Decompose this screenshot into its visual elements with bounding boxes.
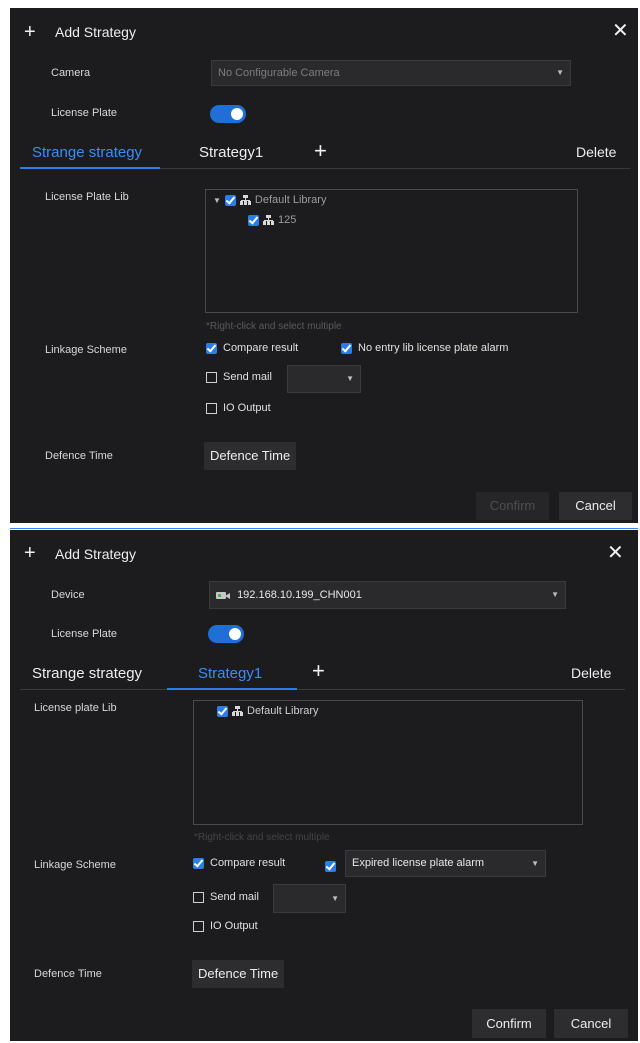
no-entry-alarm-label: No entry lib license plate alarm bbox=[358, 342, 509, 354]
compare-result-label: Compare result bbox=[210, 857, 286, 869]
defence-time-button[interactable]: Defence Time bbox=[192, 960, 285, 988]
io-output-option[interactable]: IO Output bbox=[193, 920, 258, 932]
toggle-knob bbox=[229, 628, 241, 640]
linkage-scheme-label: Linkage Scheme bbox=[34, 859, 116, 871]
alarm-checkbox-checked-icon[interactable] bbox=[325, 861, 336, 872]
active-tab-indicator bbox=[167, 688, 297, 690]
tab-strange-strategy[interactable]: Strange strategy bbox=[32, 665, 142, 682]
tree-item-label: Default Library bbox=[254, 194, 327, 206]
plus-icon: + bbox=[24, 21, 36, 43]
hierarchy-icon bbox=[239, 195, 251, 205]
chevron-down-icon: ▼ bbox=[531, 859, 539, 868]
active-tab-indicator bbox=[20, 167, 160, 169]
license-plate-label: License Plate bbox=[51, 628, 118, 640]
tab-strange-strategy[interactable]: Strange strategy bbox=[32, 144, 142, 161]
checkbox-checked-icon[interactable] bbox=[217, 705, 228, 717]
add-tab-icon[interactable]: + bbox=[314, 140, 327, 162]
chevron-down-icon: ▼ bbox=[556, 68, 564, 77]
checkbox-checked-icon[interactable] bbox=[341, 342, 352, 354]
defence-time-button[interactable]: Defence Time bbox=[204, 442, 297, 470]
camera-select[interactable]: No Configurable Camera ▼ bbox=[211, 60, 571, 86]
chevron-down-icon: ▼ bbox=[346, 374, 354, 383]
license-plate-toggle[interactable] bbox=[210, 105, 246, 123]
no-entry-alarm-option[interactable]: No entry lib license plate alarm bbox=[341, 342, 508, 354]
checkbox-unchecked-icon[interactable] bbox=[206, 402, 217, 414]
hierarchy-icon bbox=[263, 215, 274, 225]
compare-result-option[interactable]: Compare result bbox=[206, 342, 298, 354]
chevron-down-icon: ▼ bbox=[551, 590, 559, 599]
checkbox-checked-icon[interactable] bbox=[248, 214, 259, 226]
compare-result-option[interactable]: Compare result bbox=[193, 857, 285, 869]
send-mail-select[interactable]: ▼ bbox=[287, 365, 361, 393]
delete-button[interactable]: Delete bbox=[576, 144, 616, 160]
defence-time-label: Defence Time bbox=[34, 968, 102, 980]
plus-icon: + bbox=[24, 542, 36, 564]
license-plate-lib-label: License Plate Lib bbox=[45, 191, 129, 203]
cancel-button[interactable]: Cancel bbox=[554, 1009, 628, 1038]
right-click-hint: *Right-click and select multiple bbox=[206, 321, 342, 332]
delete-button[interactable]: Delete bbox=[571, 665, 611, 681]
camera-icon bbox=[216, 591, 230, 600]
license-plate-toggle[interactable] bbox=[208, 625, 244, 643]
send-mail-option[interactable]: Send mail bbox=[206, 371, 272, 383]
license-plate-lib-label: License plate Lib bbox=[34, 702, 117, 714]
add-strategy-dialog-device: + Add Strategy ✕ Device 192.168.10.199_C… bbox=[10, 530, 638, 1041]
dialog-title: Add Strategy bbox=[55, 24, 136, 40]
right-click-hint: *Right-click and select multiple bbox=[194, 832, 330, 843]
compare-result-label: Compare result bbox=[223, 342, 299, 354]
confirm-button[interactable]: Confirm bbox=[476, 492, 549, 520]
send-mail-option[interactable]: Send mail bbox=[193, 891, 259, 903]
hierarchy-icon bbox=[232, 706, 243, 716]
checkbox-checked-icon[interactable] bbox=[206, 342, 217, 354]
close-icon[interactable]: ✕ bbox=[607, 543, 624, 563]
camera-label: Camera bbox=[51, 67, 91, 79]
checkbox-unchecked-icon[interactable] bbox=[206, 371, 217, 383]
tab-strategy1[interactable]: Strategy1 bbox=[199, 144, 263, 161]
close-icon[interactable]: ✕ bbox=[612, 21, 629, 41]
cancel-button[interactable]: Cancel bbox=[559, 492, 632, 520]
checkbox-unchecked-icon[interactable] bbox=[193, 920, 204, 932]
checkbox-checked-icon[interactable] bbox=[193, 857, 204, 869]
checkbox-checked-icon[interactable] bbox=[224, 194, 236, 206]
dialog-title: Add Strategy bbox=[55, 546, 136, 562]
caret-down-icon: ▼ bbox=[213, 195, 221, 205]
add-tab-icon[interactable]: + bbox=[312, 660, 325, 682]
tree-item-label: Default Library bbox=[247, 705, 319, 717]
tree-item-label: 125 bbox=[278, 214, 297, 226]
device-label: Device bbox=[51, 589, 85, 601]
tree-item-default-library[interactable]: ▼ Default Library bbox=[213, 194, 326, 206]
license-plate-lib-tree[interactable] bbox=[205, 189, 578, 313]
license-plate-label: License Plate bbox=[51, 107, 118, 119]
send-mail-select[interactable]: ▼ bbox=[273, 884, 346, 913]
camera-select-value: No Configurable Camera bbox=[218, 67, 340, 79]
device-select-value: 192.168.10.199_CHN001 bbox=[237, 589, 362, 601]
tree-item-125[interactable]: 125 bbox=[248, 214, 296, 226]
toggle-knob bbox=[231, 108, 243, 120]
add-strategy-dialog-camera: + Add Strategy ✕ Camera No Configurable … bbox=[10, 8, 638, 523]
defence-time-label: Defence Time bbox=[45, 450, 113, 462]
separator-line bbox=[10, 528, 638, 529]
alarm-type-select-value: Expired license plate alarm bbox=[352, 857, 485, 869]
send-mail-label: Send mail bbox=[223, 371, 272, 383]
io-output-option[interactable]: IO Output bbox=[206, 402, 271, 414]
tree-item-default-library[interactable]: Default Library bbox=[217, 705, 319, 717]
send-mail-label: Send mail bbox=[210, 891, 259, 903]
license-plate-lib-tree[interactable] bbox=[193, 700, 583, 825]
linkage-scheme-label: Linkage Scheme bbox=[45, 344, 127, 356]
chevron-down-icon: ▼ bbox=[331, 894, 339, 903]
device-select[interactable]: 192.168.10.199_CHN001 ▼ bbox=[209, 581, 566, 609]
tab-strategy1[interactable]: Strategy1 bbox=[198, 665, 262, 682]
io-output-label: IO Output bbox=[223, 402, 271, 414]
checkbox-unchecked-icon[interactable] bbox=[193, 891, 204, 903]
io-output-label: IO Output bbox=[210, 920, 258, 932]
tab-divider bbox=[20, 689, 625, 690]
alarm-type-select[interactable]: Expired license plate alarm ▼ bbox=[345, 850, 546, 877]
confirm-button[interactable]: Confirm bbox=[472, 1009, 546, 1038]
